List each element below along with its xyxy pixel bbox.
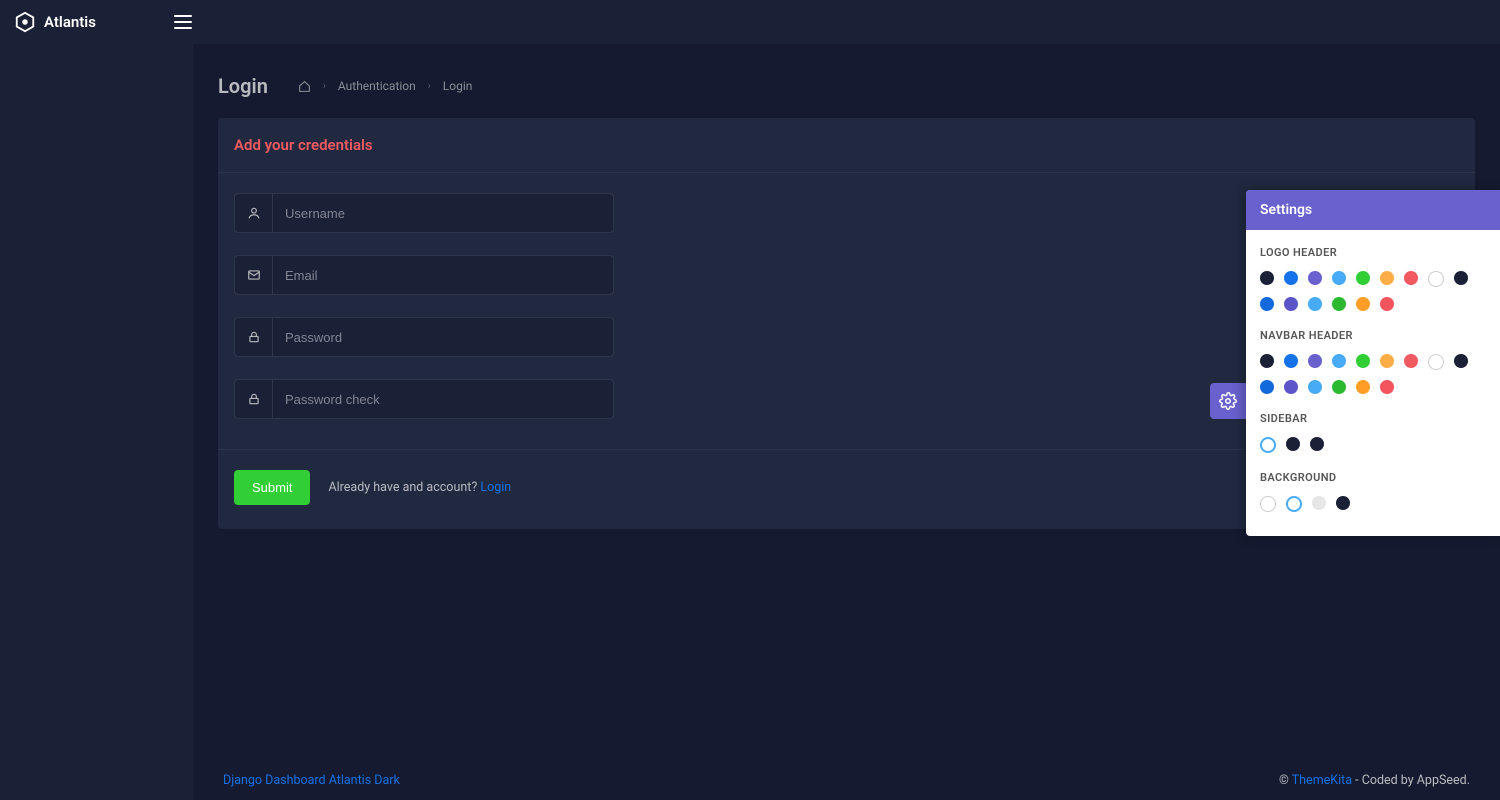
color-swatch[interactable] [1336,496,1350,510]
card-title: Add your credentials [218,118,1475,173]
color-swatch[interactable] [1454,354,1468,368]
settings-toggle-button[interactable] [1210,383,1246,419]
color-swatch[interactable] [1454,271,1468,285]
color-swatch[interactable] [1284,297,1298,311]
color-swatch[interactable] [1356,297,1370,311]
background-swatches [1260,496,1486,512]
lock-icon [235,318,273,356]
settings-panel: Settings LOGO HEADER NAVBAR HEADER SIDEB… [1246,190,1500,536]
footer-bar: Django Dashboard Atlantis Dark © ThemeKi… [193,760,1500,800]
email-input[interactable] [273,256,613,294]
user-icon [235,194,273,232]
color-swatch[interactable] [1308,380,1322,394]
color-swatch[interactable] [1404,271,1418,285]
logo-icon [14,11,36,33]
copyright-suffix: - Coded by AppSeed. [1352,773,1470,788]
password-check-input[interactable] [273,380,613,418]
breadcrumb-item-login[interactable]: Login [443,79,473,93]
already-text: Already have and account? [328,480,480,495]
settings-title: Settings [1246,190,1500,230]
color-swatch[interactable] [1356,380,1370,394]
color-swatch[interactable] [1308,297,1322,311]
username-input[interactable] [273,194,613,232]
color-swatch[interactable] [1380,354,1394,368]
color-swatch[interactable] [1308,354,1322,368]
color-swatch[interactable] [1380,271,1394,285]
menu-toggle-icon[interactable] [174,15,192,29]
footer-left-link[interactable]: Django Dashboard Atlantis Dark [223,773,400,788]
background-label: BACKGROUND [1260,471,1486,484]
breadcrumb: › Authentication › Login [298,79,473,93]
sidebar [0,44,193,800]
color-swatch[interactable] [1380,297,1394,311]
lock-icon [235,380,273,418]
chevron-right-icon: › [323,81,326,92]
color-swatch[interactable] [1260,437,1276,453]
sidebar-swatches [1260,437,1486,453]
color-swatch[interactable] [1380,380,1394,394]
color-swatch[interactable] [1356,271,1370,285]
color-swatch[interactable] [1260,354,1274,368]
brand-name: Atlantis [44,13,96,31]
sidebar-label: SIDEBAR [1260,412,1486,425]
logo-header-label: LOGO HEADER [1260,246,1486,259]
login-link[interactable]: Login [480,480,511,495]
password-input[interactable] [273,318,613,356]
breadcrumb-item-auth[interactable]: Authentication [338,79,416,93]
color-swatch[interactable] [1308,271,1322,285]
color-swatch[interactable] [1284,380,1298,394]
color-swatch[interactable] [1260,271,1274,285]
themekita-link[interactable]: ThemeKita [1292,773,1352,788]
color-swatch[interactable] [1286,437,1300,451]
submit-button[interactable]: Submit [234,470,310,505]
page-title: Login [218,74,268,98]
gear-icon [1219,392,1237,410]
already-have-account-text: Already have and account? Login [328,480,511,495]
copyright-prefix: © [1279,773,1292,788]
chevron-right-icon: › [428,81,431,92]
color-swatch[interactable] [1404,354,1418,368]
color-swatch[interactable] [1428,354,1444,370]
color-swatch[interactable] [1312,496,1326,510]
navbar-header-label: NAVBAR HEADER [1260,329,1486,342]
color-swatch[interactable] [1332,380,1346,394]
envelope-icon [235,256,273,294]
email-group [234,255,614,295]
color-swatch[interactable] [1286,496,1302,512]
footer-copyright: © ThemeKita - Coded by AppSeed. [1279,773,1470,788]
color-swatch[interactable] [1260,297,1274,311]
color-swatch[interactable] [1332,297,1346,311]
home-icon[interactable] [298,80,311,93]
color-swatch[interactable] [1428,271,1444,287]
navbar-header-swatches [1260,354,1486,394]
color-swatch[interactable] [1332,354,1346,368]
color-swatch[interactable] [1332,271,1346,285]
color-swatch[interactable] [1284,354,1298,368]
color-swatch[interactable] [1356,354,1370,368]
color-swatch[interactable] [1284,271,1298,285]
password-check-group [234,379,614,419]
color-swatch[interactable] [1260,496,1276,512]
logo-header-swatches [1260,271,1486,311]
password-group [234,317,614,357]
username-group [234,193,614,233]
color-swatch[interactable] [1260,380,1274,394]
brand-logo[interactable]: Atlantis [14,11,194,33]
color-swatch[interactable] [1310,437,1324,451]
